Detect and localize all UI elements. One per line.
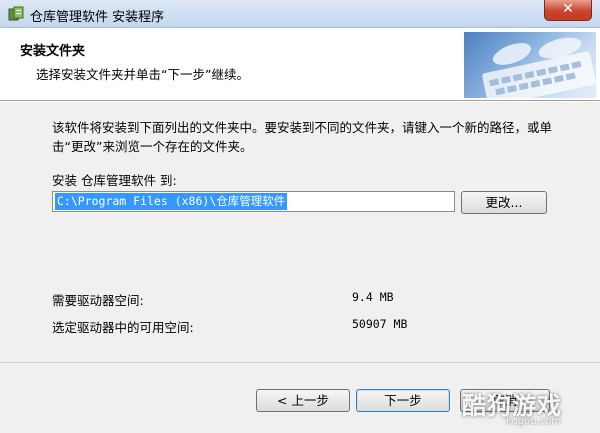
available-space-label: 选定驱动器中的可用空间: (52, 320, 194, 335)
install-path-field[interactable]: C:\Program Files (x86)\仓库管理软件 (52, 191, 455, 212)
window-title: 仓库管理软件 安装程序 (30, 10, 165, 25)
required-space-label: 需要驱动器空间: (52, 293, 144, 308)
next-button[interactable]: 下一步 (356, 389, 450, 412)
page-subtitle: 选择安装文件夹并单击“下一步”继续。 (36, 67, 249, 82)
cancel-button[interactable]: 取消 (460, 389, 550, 412)
installer-icon (8, 6, 24, 21)
install-path-value: C:\Program Files (x86)\仓库管理软件 (55, 193, 288, 210)
content-panel: 该软件将安装到下面列出的文件夹中。要安装到不同的文件夹，请键入一个新的路径，或单… (0, 102, 600, 362)
required-space-value: 9.4 MB (352, 290, 394, 304)
title-bar: 仓库管理软件 安装程序 ✕ (0, 0, 600, 28)
keyboard-banner-image (464, 32, 596, 98)
install-folder-label: 安装 仓库管理软件 到: (52, 173, 177, 188)
available-space-value: 50907 MB (352, 317, 408, 331)
keyboard-icon (482, 37, 596, 98)
button-bar: < 上一步 下一步 取消 (0, 362, 600, 433)
instructions-text: 该软件将安装到下面列出的文件夹中。要安装到不同的文件夹，请键入一个新的路径，或单… (52, 120, 553, 154)
close-button[interactable]: ✕ (544, 0, 592, 21)
page-title: 安装文件夹 (20, 44, 86, 59)
header-panel: 安装文件夹 选择安装文件夹并单击“下一步”继续。 (0, 28, 600, 101)
change-button[interactable]: 更改... (461, 191, 547, 214)
back-button[interactable]: < 上一步 (256, 389, 350, 412)
